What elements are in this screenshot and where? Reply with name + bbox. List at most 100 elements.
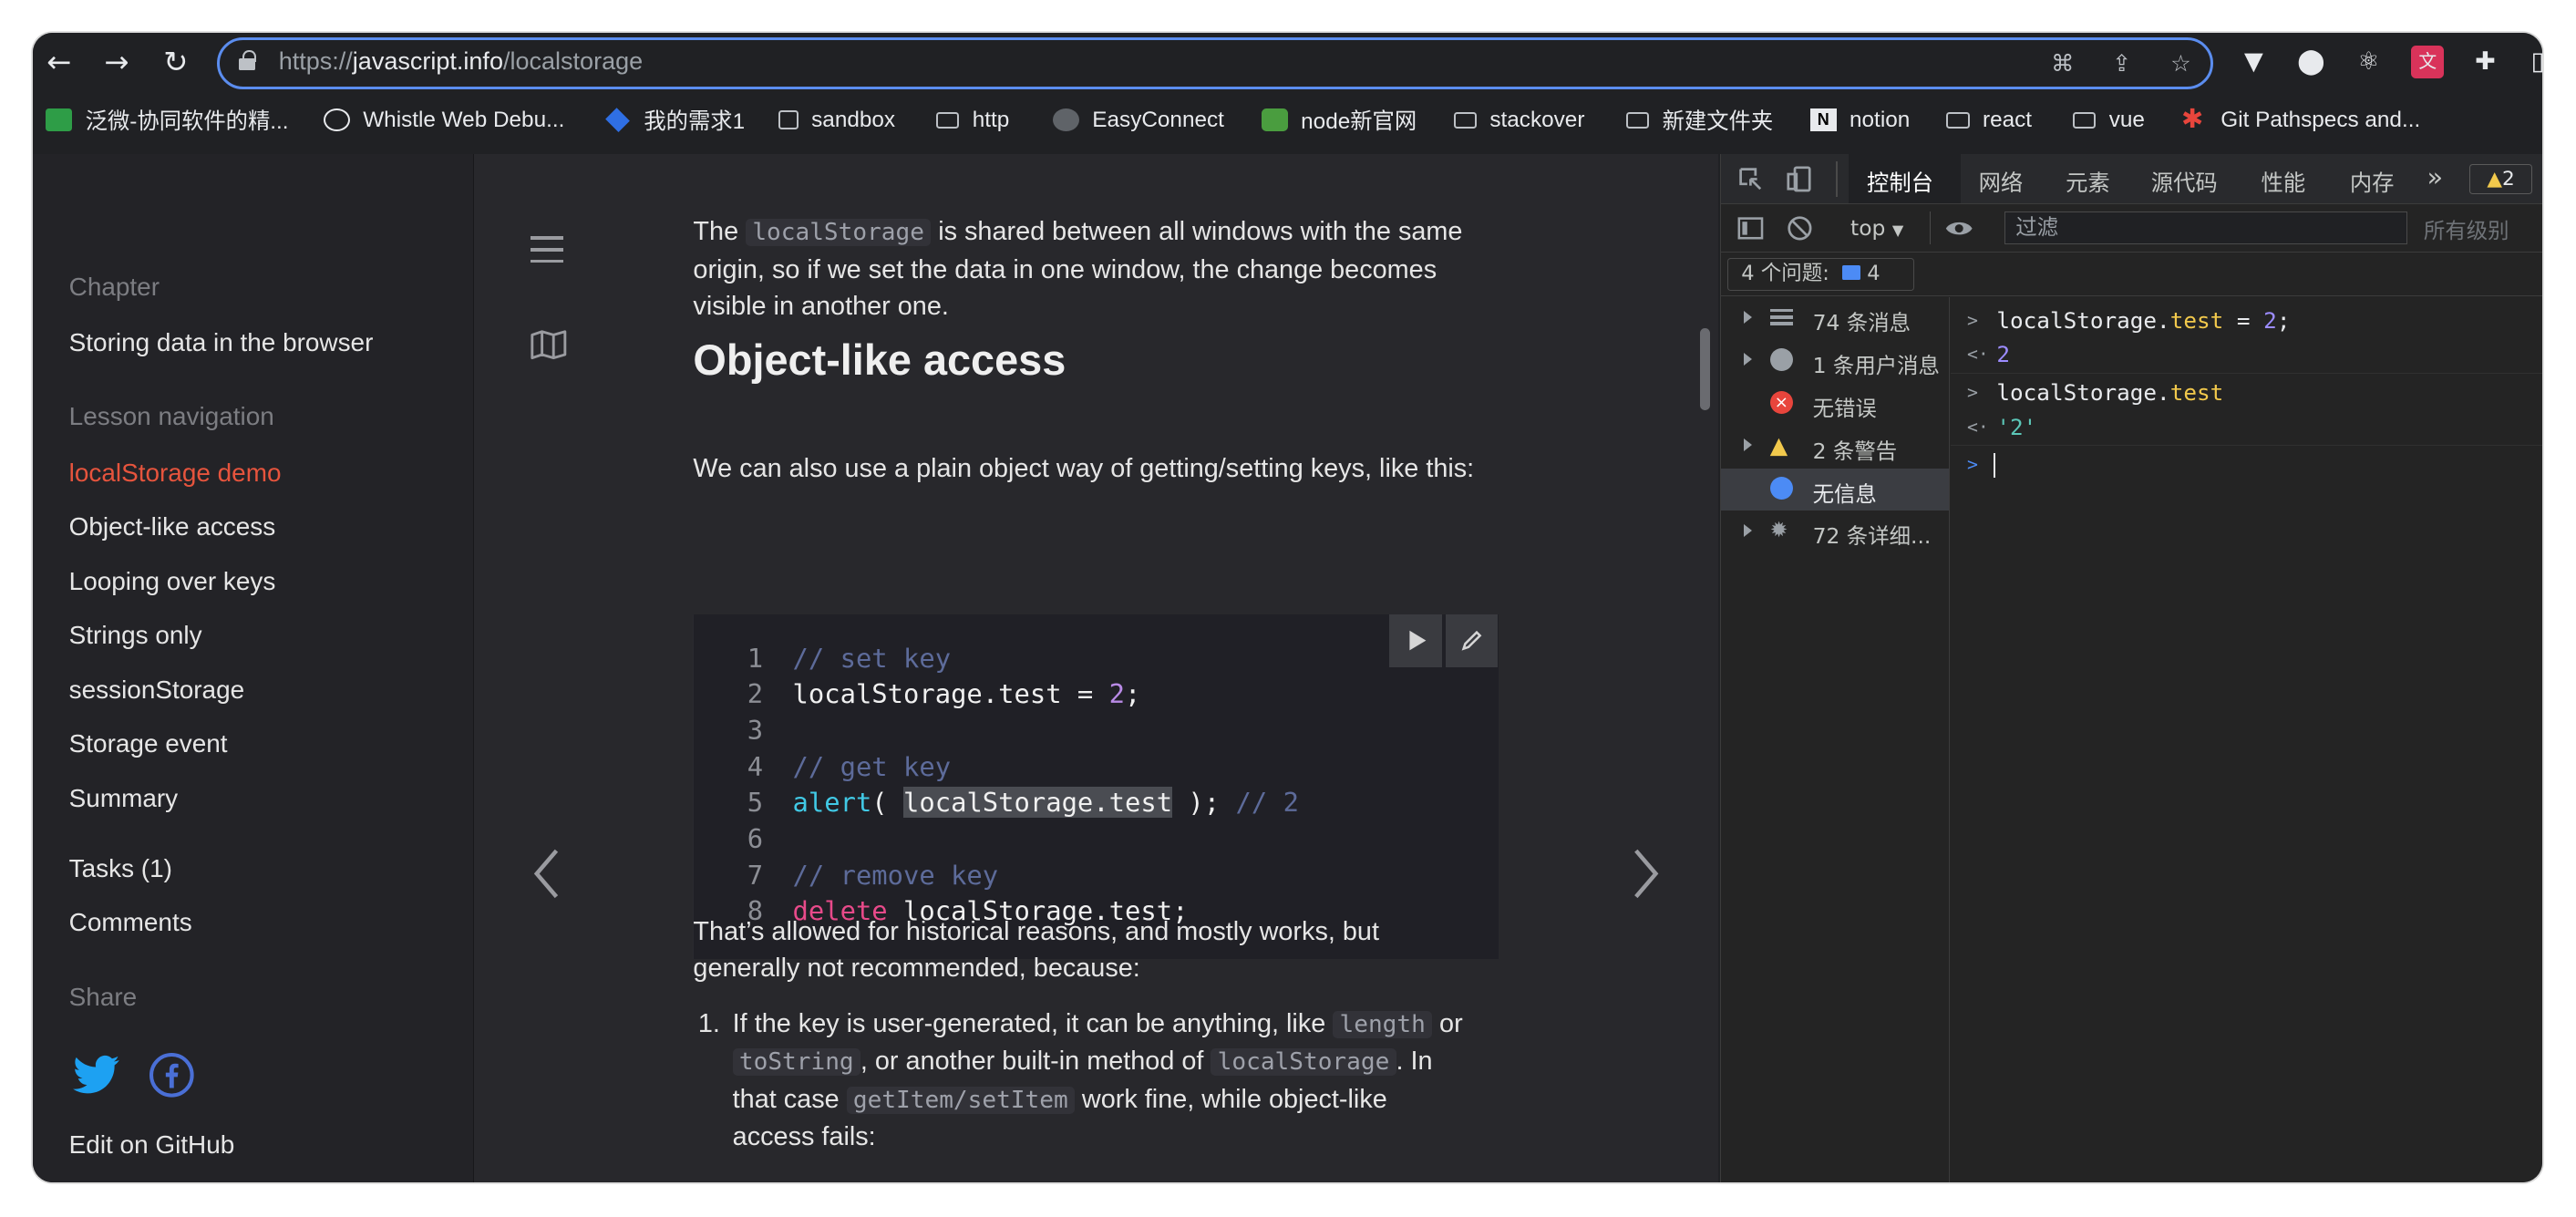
device-toolbar-icon[interactable] (1787, 166, 1813, 192)
section-heading: Object-like access (693, 335, 1066, 384)
eye-icon[interactable] (1944, 217, 1973, 240)
edit-on-github-link[interactable]: Edit on GitHub (69, 1130, 235, 1160)
bookmark-item[interactable]: 我的需求1 (604, 105, 745, 134)
selected-text: localStorage.test (903, 787, 1173, 819)
map-icon[interactable] (531, 330, 567, 360)
bookmark-item[interactable]: http (936, 105, 1009, 134)
console-input-line: > localStorage.test (1951, 375, 2543, 411)
edit-code-button[interactable] (1445, 614, 1499, 667)
inspect-element-icon[interactable] (1737, 166, 1764, 192)
bookmarks-bar: 泛微-协同软件的精... Whistle Web Debu... 我的需求1 s… (33, 95, 2543, 145)
context-selector[interactable]: top ▼ (1850, 215, 1903, 241)
bookmark-item[interactable]: Nnotion (1809, 105, 1910, 134)
devtools-panel: 控制台 网络 元素 源代码 性能 内存 » ▲2 top ▼ 过滤 所有级别 4… (1719, 154, 2543, 1183)
bookmark-item[interactable]: EasyConnect (1053, 105, 1224, 134)
folder-icon (1453, 111, 1477, 129)
warning-counter[interactable]: ▲2 (2469, 164, 2532, 194)
sidebar: Chapter Storing data in the browser Less… (33, 154, 474, 1183)
forward-icon[interactable]: → (97, 43, 136, 82)
bookmark-item[interactable]: node新官网 (1261, 105, 1417, 134)
lesson-link-localstorage-demo[interactable]: localStorage demo (69, 459, 282, 488)
warning-icon: ▲ (1769, 431, 1788, 459)
bookmark-item[interactable]: 新建文件夹 (1625, 105, 1773, 134)
previous-lesson-icon[interactable] (527, 844, 566, 903)
page-viewport: Chapter Storing data in the browser Less… (33, 154, 1718, 1183)
folder-icon (1625, 111, 1650, 129)
bug-icon: ✹ (1769, 517, 1788, 543)
bookmark-item[interactable]: vue (2073, 105, 2145, 134)
react-devtools-icon[interactable]: ⚛ (2352, 46, 2385, 78)
menu-icon[interactable] (531, 236, 564, 263)
globe-icon (1053, 108, 1079, 132)
tab-elements[interactable]: 元素 (2066, 166, 2110, 198)
translate-extension-icon[interactable]: 文 (2411, 46, 2445, 79)
input-chevron-icon: > (1966, 309, 1978, 331)
twitter-icon[interactable] (72, 1055, 121, 1098)
bookmark-item[interactable]: ✱ Git Pathspecs and... (2181, 105, 2420, 134)
next-lesson-icon[interactable] (1626, 844, 1665, 903)
lesson-nav-label: Lesson navigation (68, 402, 274, 431)
chapter-link[interactable]: Storing data in the browser (69, 328, 374, 357)
bookmark-item[interactable]: stackover (1453, 105, 1584, 134)
tab-performance[interactable]: 性能 (2262, 166, 2306, 198)
translate-icon[interactable]: ⌘ (2046, 47, 2079, 80)
folder-icon (2073, 111, 2097, 129)
text-cursor (1993, 453, 1995, 479)
folder-icon (936, 111, 960, 129)
extensions-puzzle-icon[interactable]: ✚ (2468, 46, 2501, 78)
facebook-icon[interactable] (149, 1053, 194, 1098)
sidebar-item-info[interactable]: 无信息 (1720, 468, 1950, 511)
sidebar-item-verbose[interactable]: ✹ 72 条详细... (1721, 511, 1949, 553)
clear-console-icon[interactable] (1787, 215, 1813, 242)
devtools-tabbar: 控制台 网络 元素 源代码 性能 内存 » ▲2 (1720, 154, 2543, 205)
address-bar[interactable]: https://javascript.info/localstorage ⌘ ⇪… (216, 37, 2213, 89)
info-icon (1769, 476, 1793, 500)
tab-sources[interactable]: 源代码 (2151, 166, 2218, 198)
sidebar-item-user-messages[interactable]: 1 条用户消息 (1721, 340, 1949, 383)
bookmark-star-icon[interactable]: ☆ (2164, 47, 2197, 80)
issues-button[interactable]: 4 个问题: 4 (1726, 257, 1915, 291)
lesson-link-sessionstorage[interactable]: sessionStorage (69, 676, 244, 705)
tab-memory[interactable]: 内存 (2350, 166, 2395, 198)
bookmark-item[interactable]: react (1946, 105, 2032, 134)
page-scrollbar[interactable] (1700, 328, 1710, 411)
lesson-link-object-like-access[interactable]: Object-like access (69, 512, 276, 541)
dropdown-arrow-icon: ▼ (1891, 222, 1904, 240)
list-number: 1. (697, 1008, 720, 1038)
jira-logo-icon (605, 108, 630, 132)
tasks-link[interactable]: Tasks (1) (69, 854, 172, 883)
circle-extension-icon[interactable]: ⬤ (2294, 46, 2327, 78)
bookmark-item[interactable]: sandbox (778, 105, 895, 134)
run-code-button[interactable] (1389, 614, 1443, 667)
chapter-label: Chapter (68, 273, 160, 302)
lesson-link-looping-over-keys[interactable]: Looping over keys (69, 567, 276, 596)
inline-code: localStorage (746, 219, 932, 247)
console-input-line: > localStorage.test = 2; (1951, 303, 2543, 339)
comments-link[interactable]: Comments (69, 908, 192, 937)
sidebar-item-warnings[interactable]: ▲ 2 条警告 (1721, 426, 1949, 469)
output-chevron-icon: <· (1966, 344, 1989, 366)
reload-icon[interactable]: ↻ (156, 43, 195, 82)
profile-icon[interactable]: ▯ (2521, 46, 2543, 78)
pencil-icon (1461, 630, 1482, 651)
console-prompt[interactable]: > (1951, 447, 2543, 483)
share-icon[interactable]: ⇪ (2106, 47, 2138, 80)
folder-icon (1946, 111, 1970, 129)
url-text[interactable]: https://javascript.info/localstorage (279, 47, 643, 76)
bookmark-item[interactable]: 泛微-协同软件的精... (46, 105, 289, 134)
bookmark-item[interactable]: Whistle Web Debu... (323, 105, 564, 134)
lesson-link-summary[interactable]: Summary (69, 784, 178, 813)
sidebar-item-errors[interactable]: × 无错误 (1721, 383, 1949, 426)
more-tabs-icon[interactable]: » (2427, 161, 2444, 192)
lesson-link-strings-only[interactable]: Strings only (69, 621, 202, 650)
tab-network[interactable]: 网络 (1979, 166, 2024, 198)
log-levels-dropdown[interactable]: 所有级别 (2424, 213, 2509, 244)
lesson-link-storage-event[interactable]: Storage event (69, 729, 228, 758)
browser-window: ← → ↻ https://javascript.info/localstora… (33, 33, 2543, 1183)
tab-console[interactable]: 控制台 (1867, 166, 1933, 198)
sidebar-toggle-icon[interactable] (1737, 215, 1764, 242)
console-filter-input[interactable]: 过滤 (2004, 211, 2407, 245)
sidebar-item-messages[interactable]: 74 条消息 (1721, 297, 1949, 340)
vimium-extension-icon[interactable]: ▼ (2237, 46, 2270, 78)
back-icon[interactable]: ← (39, 43, 78, 82)
